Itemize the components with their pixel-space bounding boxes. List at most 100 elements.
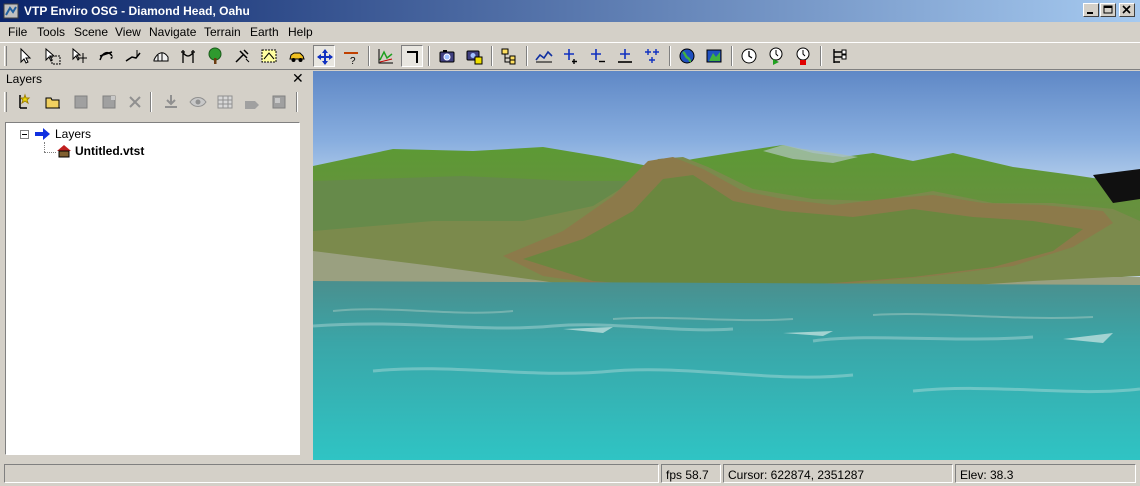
menu-help[interactable]: Help (288, 25, 313, 39)
menu-view[interactable]: View (115, 25, 141, 39)
clock-stop-icon (796, 47, 810, 65)
tree-item-layers-root[interactable]: Layers (55, 127, 91, 141)
height-icon (125, 50, 141, 62)
nav-velocity-button[interactable] (587, 45, 609, 67)
shadow-icon (245, 101, 259, 109)
status-elevation: Elev: 38.3 (955, 464, 1136, 483)
rotate-arrows-icon (99, 51, 113, 61)
camera-numbered-icon (466, 50, 483, 65)
building-tool-button[interactable] (258, 45, 280, 67)
culture-tool-button[interactable] (375, 45, 397, 67)
maintain-height-button[interactable] (401, 45, 423, 67)
zoom-to-layer-button[interactable] (160, 91, 182, 113)
time-faster-button[interactable] (765, 45, 787, 67)
move-arrow-icon (72, 47, 87, 63)
navigate-cross-icon (317, 49, 333, 65)
visibility-button[interactable] (187, 91, 209, 113)
svg-text:?: ? (350, 56, 356, 65)
main-toolbar: ? (0, 42, 1140, 70)
toolbar-grip[interactable] (4, 46, 7, 66)
zoom-down-icon (165, 95, 177, 108)
clock-play-icon (769, 47, 783, 65)
open-layer-button[interactable] (42, 91, 64, 113)
flythrough-button[interactable] (533, 45, 555, 67)
select-box-icon (45, 47, 61, 65)
tree-hierarchy-icon (501, 48, 516, 65)
select-height-button[interactable] (122, 45, 144, 67)
menu-navigate[interactable]: Navigate (149, 25, 196, 39)
save-layer-button[interactable] (70, 91, 92, 113)
terrain-manager-button[interactable] (498, 45, 520, 67)
navigate-tool-button[interactable] (313, 45, 335, 67)
plant-tool-button[interactable] (204, 45, 226, 67)
menu-terrain[interactable]: Terrain (204, 25, 241, 39)
open-folder-icon (45, 97, 60, 109)
layers-tree[interactable]: Layers Untitled.vtst (5, 122, 300, 455)
measure-tool-button[interactable]: ? (340, 45, 362, 67)
title-bar: VTP Enviro OSG - Diamond Head, Oahu (0, 0, 1140, 22)
select-move-button[interactable] (68, 45, 90, 67)
layers-panel-title: Layers (6, 72, 43, 86)
menu-tools[interactable]: Tools (37, 25, 65, 39)
menu-scene[interactable]: Scene (74, 25, 108, 39)
select-box-button[interactable] (41, 45, 63, 67)
new-layer-button[interactable] (14, 91, 36, 113)
minimize-button[interactable] (1083, 3, 1099, 17)
globe-button[interactable] (676, 45, 698, 67)
3d-viewport[interactable] (313, 71, 1140, 460)
refresh-disabled-icon (272, 95, 286, 109)
tree-collapse-toggle[interactable] (20, 130, 29, 139)
maximize-button[interactable] (1100, 3, 1116, 17)
new-layer-icon (19, 93, 31, 109)
menu-earth[interactable]: Earth (250, 25, 279, 39)
minimize-icon (1087, 12, 1093, 14)
table-button[interactable] (214, 91, 236, 113)
layers-close-button[interactable]: ✕ (292, 70, 304, 87)
select-rotate-button[interactable] (95, 45, 117, 67)
nav-pano-button[interactable] (641, 45, 663, 67)
terrain-line-icon (535, 50, 553, 63)
fence-icon (153, 52, 169, 62)
tree-item-untitled-vtst[interactable]: Untitled.vtst (75, 144, 144, 158)
window-title: VTP Enviro OSG - Diamond Head, Oahu (24, 4, 250, 18)
time-stop-button[interactable] (792, 45, 814, 67)
save-as-layer-button[interactable] (98, 91, 120, 113)
globe-icon (679, 48, 695, 64)
nav-cross-plus-icon (564, 49, 577, 64)
building-footprint-icon (261, 49, 277, 63)
maintain-height-icon (407, 51, 418, 63)
terrain-scene-image (313, 145, 1140, 460)
layers-toolbar-grip[interactable] (4, 92, 7, 112)
status-bar: fps 58.7 Cursor: 622874, 2351287 Elev: 3… (0, 462, 1140, 486)
menu-file[interactable]: File (8, 25, 27, 39)
instance-tool-button[interactable] (231, 45, 253, 67)
nav-cross-minus-icon (591, 49, 605, 63)
app-icon (3, 3, 19, 19)
status-message (4, 464, 659, 483)
instance-icon (235, 49, 250, 63)
scene-graph-icon (833, 49, 847, 63)
route-tool-button[interactable] (177, 45, 199, 67)
terrain-swap-button[interactable] (703, 45, 725, 67)
delete-x-icon (129, 96, 141, 108)
close-button[interactable] (1119, 3, 1135, 17)
delete-layer-button[interactable] (124, 91, 146, 113)
nav-grab-pivot-button[interactable] (614, 45, 636, 67)
close-icon (1122, 5, 1131, 14)
powerline-icon (181, 50, 195, 63)
arrow-cursor-icon (20, 47, 32, 64)
refresh-button[interactable] (268, 91, 290, 113)
eye-icon (189, 97, 207, 107)
status-fps: fps 58.7 (661, 464, 721, 483)
layers-root-icon (34, 127, 52, 144)
select-button[interactable] (14, 45, 36, 67)
vehicle-tool-button[interactable] (286, 45, 308, 67)
shadow-button[interactable] (241, 91, 263, 113)
nav-normal-button[interactable] (560, 45, 582, 67)
fence-tool-button[interactable] (150, 45, 172, 67)
snapshot-button[interactable] (436, 45, 458, 67)
scene-graph-button[interactable] (828, 45, 850, 67)
snapshot-numbered-button[interactable] (463, 45, 485, 67)
nav-multi-cross-icon (645, 49, 659, 63)
time-button[interactable] (738, 45, 760, 67)
